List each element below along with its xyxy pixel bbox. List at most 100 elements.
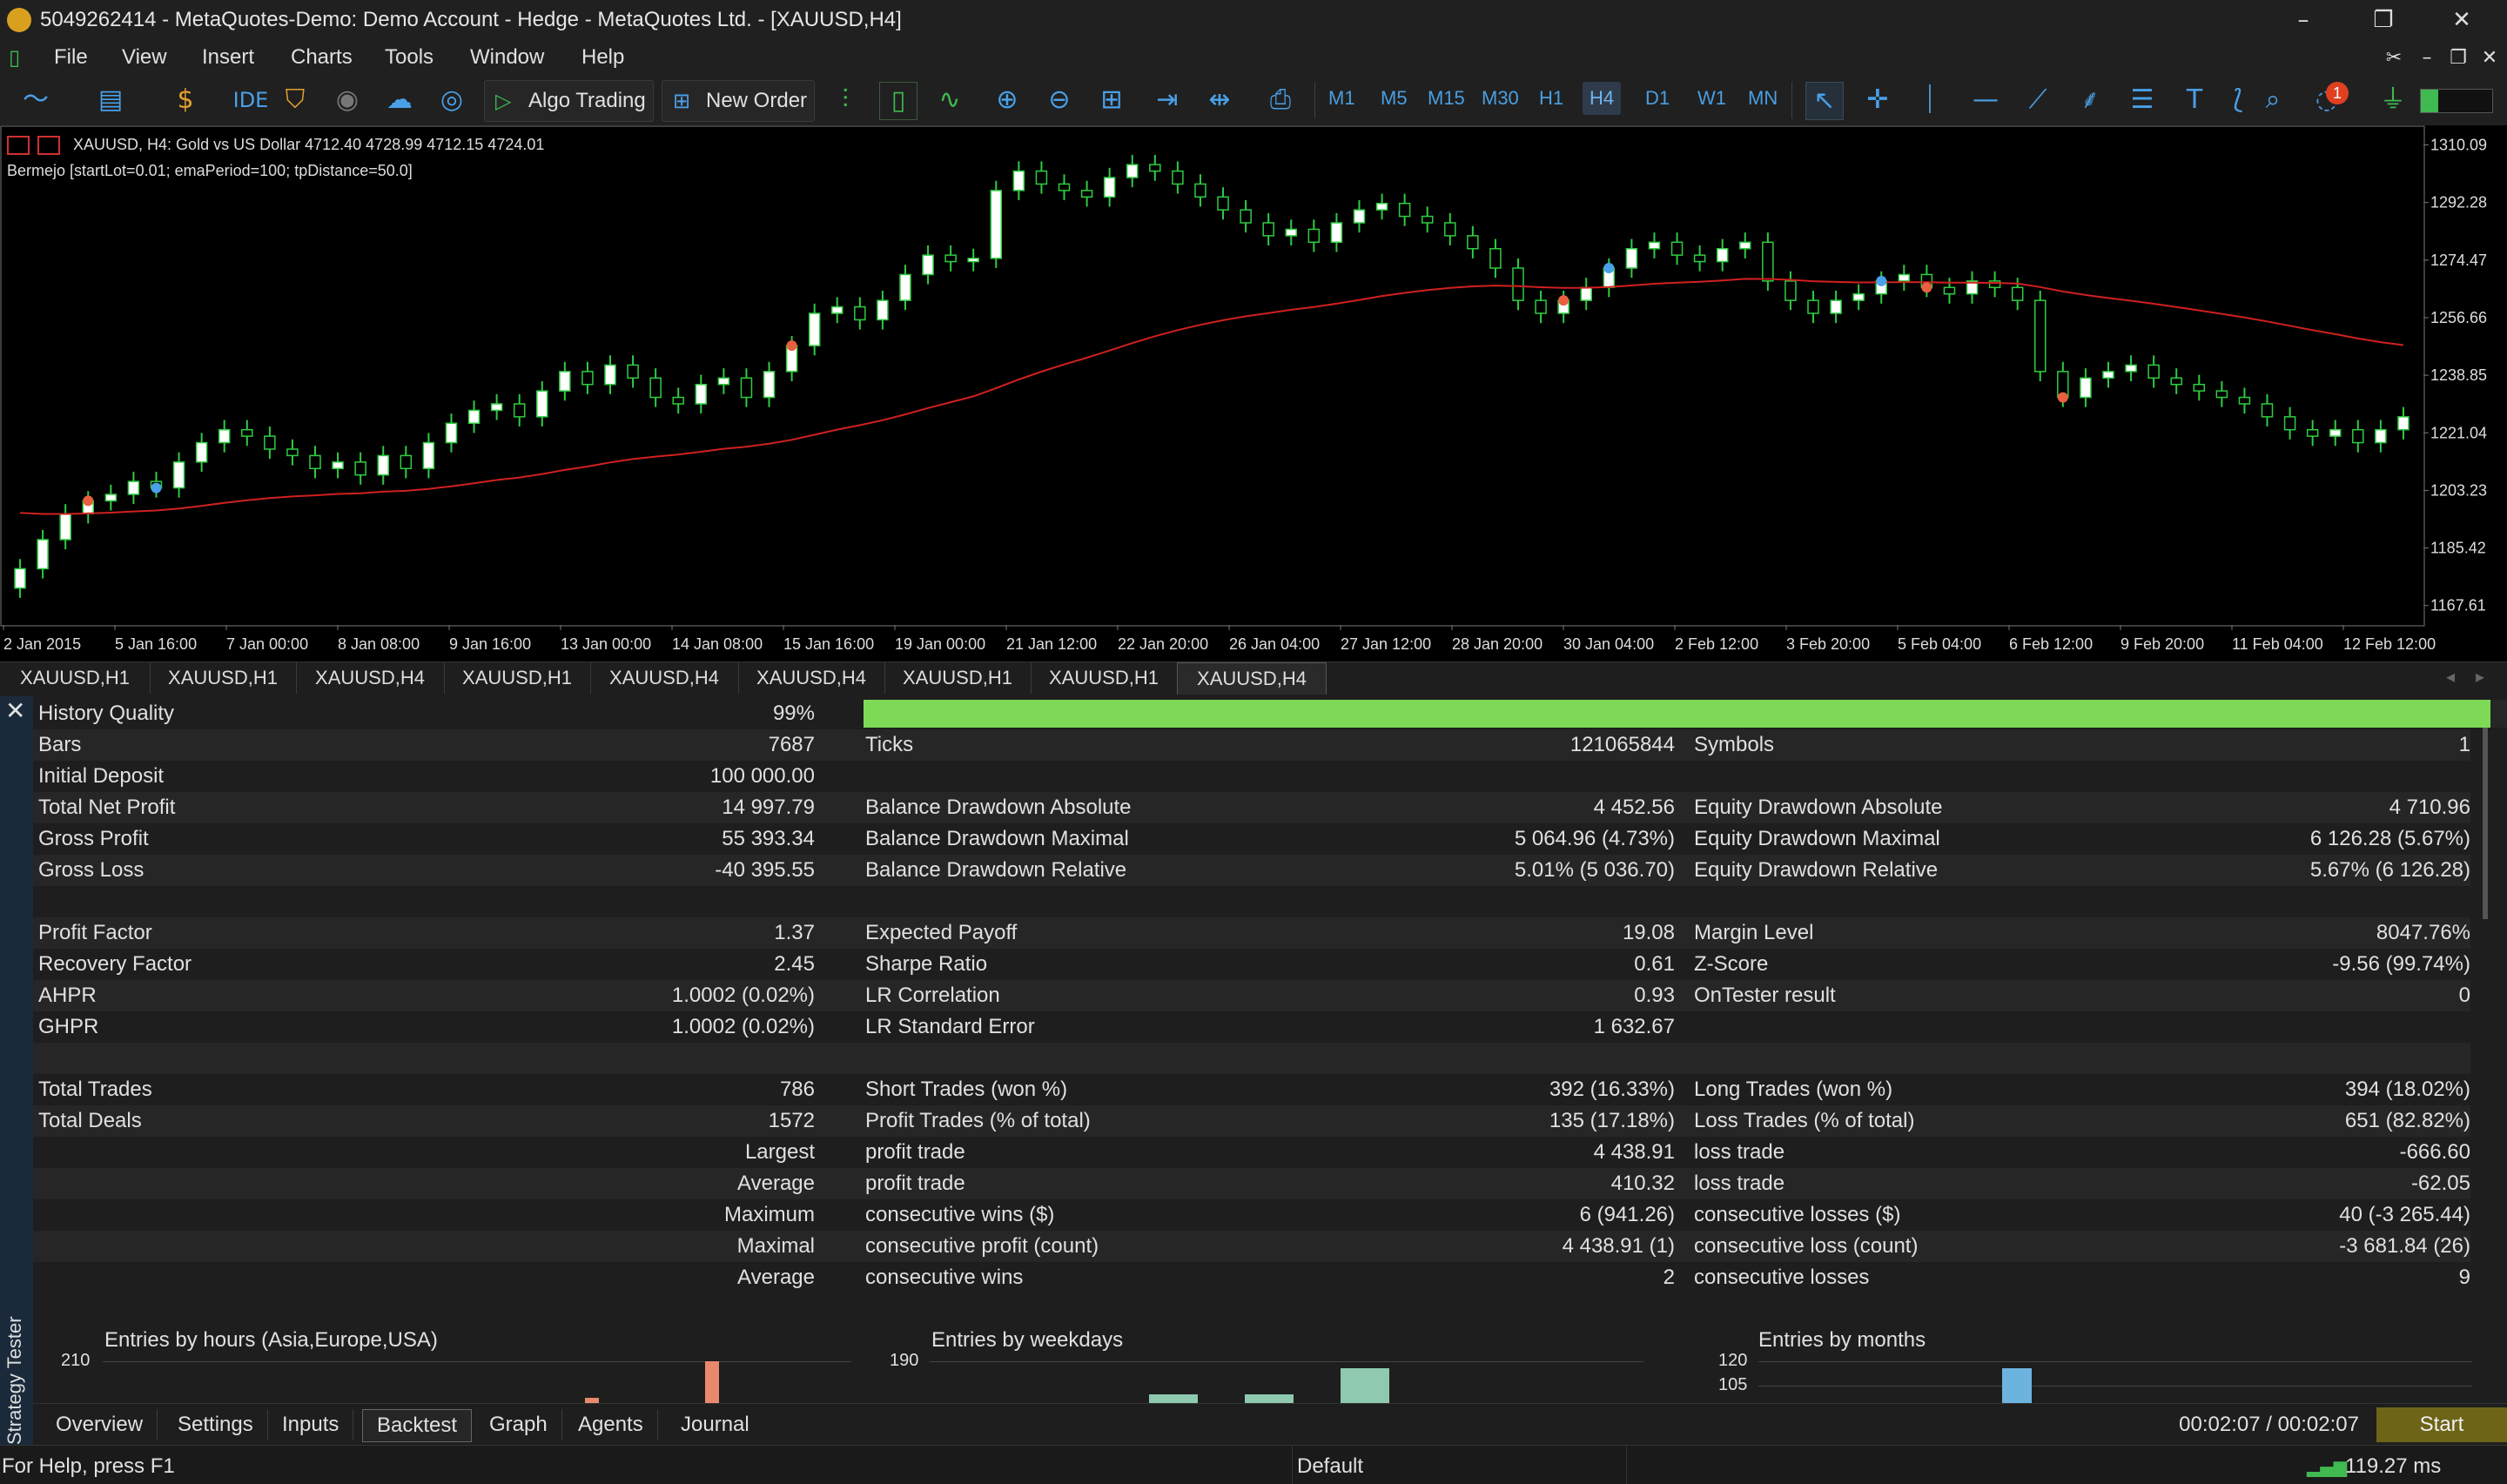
chart-tab[interactable]: XAUUSD,H4 xyxy=(296,662,445,694)
price-label: 1221.04 xyxy=(2430,424,2487,441)
months-chart-bar xyxy=(2002,1368,2032,1407)
timeframe-w1[interactable]: W1 xyxy=(1697,87,1726,110)
menu-help[interactable]: Help xyxy=(581,45,624,70)
shapes-icon[interactable]: ⟅ xyxy=(2220,82,2256,118)
timeframe-mn[interactable]: MN xyxy=(1748,87,1778,110)
search-icon[interactable]: ⌕ xyxy=(2255,82,2291,118)
report-scrollbar[interactable] xyxy=(2483,728,2488,919)
menu-tools[interactable]: Tools xyxy=(385,45,434,70)
tab-overview[interactable]: Overview xyxy=(42,1409,158,1440)
bar-chart-icon[interactable]: ⫶ xyxy=(827,82,864,118)
cursor-icon[interactable]: ↖ xyxy=(1805,82,1844,120)
menu-app-icon[interactable]: ▯ xyxy=(9,45,20,70)
price-label: 1185.42 xyxy=(2430,540,2486,557)
chart-tab[interactable]: XAUUSD,H1 xyxy=(884,662,1032,694)
cloud-icon[interactable]: ☁ xyxy=(381,82,418,118)
signals-icon[interactable]: ◉ xyxy=(329,82,366,118)
menu-view[interactable]: View xyxy=(122,45,167,70)
line-chart-icon[interactable]: ∿ xyxy=(931,82,968,118)
months-chart-tick: 120 xyxy=(1718,1351,1748,1370)
vps-icon[interactable]: ◎ xyxy=(434,82,470,118)
candle-body xyxy=(1375,202,1388,211)
profiles-icon[interactable]: ▤ xyxy=(92,82,129,118)
algo-trading-label: Algo Trading xyxy=(528,89,646,112)
chart-info-text: XAUUSD, H4: Gold vs US Dollar 4712.40 47… xyxy=(73,136,545,153)
chart-tab[interactable]: XAUUSD,H1 xyxy=(444,662,591,694)
close-button[interactable]: ✕ xyxy=(2444,5,2479,35)
stat-value: 55 393.34 xyxy=(722,827,815,850)
restore-button[interactable]: ❐ xyxy=(2366,5,2401,35)
timeframe-m15[interactable]: M15 xyxy=(1428,87,1465,110)
candle-body xyxy=(1852,292,1865,301)
tab-settings[interactable]: Settings xyxy=(164,1409,268,1440)
timeframe-m5[interactable]: M5 xyxy=(1381,87,1408,110)
close-tester-icon[interactable]: ✕ xyxy=(5,696,25,725)
tab-inputs[interactable]: Inputs xyxy=(268,1409,354,1440)
mdi-minimize-button[interactable]: – xyxy=(2410,44,2444,73)
new-order-button[interactable]: ⊞ New Order xyxy=(662,80,816,122)
horizontal-line-icon[interactable]: — xyxy=(1967,82,2004,118)
chart-canvas: 1310.09 1292.28 1274.47 1256.66 1238.85 1221.… xyxy=(0,125,2487,653)
chart-tab-active[interactable]: XAUUSD,H4 xyxy=(1177,662,1327,695)
menu-file[interactable]: File xyxy=(54,45,88,70)
trendline-icon[interactable]: ⟋ xyxy=(2020,82,2056,118)
tab-scroll-right-icon[interactable]: ▸ xyxy=(2476,666,2484,688)
scroll-end-icon[interactable]: ⇥ xyxy=(1149,82,1186,118)
zoom-out-icon[interactable]: ⊖ xyxy=(1041,82,1078,118)
time-label: 5 Feb 04:00 xyxy=(1898,635,1981,653)
mdi-restore-button[interactable]: ❐ xyxy=(2441,44,2476,73)
tab-scroll-left-icon[interactable]: ◂ xyxy=(2446,666,2455,688)
mdi-close-button[interactable]: ✕ xyxy=(2472,44,2507,73)
tab-backtest[interactable]: Backtest xyxy=(362,1409,473,1442)
zoom-in-icon[interactable]: ⊕ xyxy=(989,82,1025,118)
chart-trade-icon[interactable] xyxy=(37,136,61,156)
chart-shift-icon[interactable]: ⇹ xyxy=(1201,82,1238,118)
shop-icon[interactable]: ⛉ xyxy=(277,82,313,118)
menu-charts[interactable]: Charts xyxy=(291,45,353,70)
channels-icon[interactable]: ☰ xyxy=(2124,82,2161,118)
time-label: 27 Jan 12:00 xyxy=(1341,635,1431,653)
timeframe-h1[interactable]: H1 xyxy=(1539,87,1563,110)
text-tool-icon[interactable]: T xyxy=(2176,82,2213,118)
timeframe-m1[interactable]: M1 xyxy=(1328,87,1355,110)
account-status-indicator xyxy=(2420,89,2493,113)
objects-icon[interactable]: ⸙ xyxy=(2072,82,2108,118)
chart-menu-icon[interactable] xyxy=(7,136,30,156)
start-button[interactable]: Start xyxy=(2376,1407,2507,1442)
crosshair-icon[interactable]: ✛ xyxy=(1859,82,1896,118)
market-icon[interactable]: $ xyxy=(167,82,204,118)
ide-button[interactable]: IDE xyxy=(225,82,277,118)
chart-tab[interactable]: XAUUSD,H1 xyxy=(0,662,151,694)
chart-tab[interactable]: XAUUSD,H1 xyxy=(150,662,297,694)
stat-label: loss trade xyxy=(1694,1140,1785,1164)
account-signal-icon[interactable]: ⏚ xyxy=(2375,82,2411,118)
tile-windows-icon[interactable]: ⊞ xyxy=(1093,82,1130,118)
timeframe-m30[interactable]: M30 xyxy=(1482,87,1519,110)
price-chart[interactable]: 1310.09 1292.28 1274.47 1256.66 1238.85 1221.… xyxy=(0,125,2507,661)
chart-tab[interactable]: XAUUSD,H1 xyxy=(1031,662,1178,694)
stat-label: Bars xyxy=(38,733,82,756)
hours-chart-tick: 210 xyxy=(61,1351,91,1370)
menu-window[interactable]: Window xyxy=(470,45,544,70)
title-bar: 5049262414 - MetaQuotes-Demo: Demo Accou… xyxy=(0,0,2507,40)
mdi-tools-icon[interactable]: ✂ xyxy=(2376,44,2411,73)
timeframe-d1[interactable]: D1 xyxy=(1645,87,1670,110)
vertical-line-icon[interactable]: ⏐ xyxy=(1912,82,1948,118)
screenshot-icon[interactable]: ⎙ xyxy=(1262,82,1299,118)
tab-graph[interactable]: Graph xyxy=(475,1409,562,1440)
candle-body xyxy=(1807,299,1819,314)
menu-insert[interactable]: Insert xyxy=(202,45,254,70)
candle-body xyxy=(695,383,708,405)
stat-value: -3 681.84 (26) xyxy=(2339,1234,2470,1258)
chart-tab[interactable]: XAUUSD,H4 xyxy=(738,662,885,694)
chart-tab[interactable]: XAUUSD,H4 xyxy=(590,662,739,694)
tab-agents[interactable]: Agents xyxy=(564,1409,658,1440)
algo-trading-button[interactable]: ▷ Algo Trading xyxy=(484,80,654,122)
status-profile[interactable]: Default xyxy=(1297,1454,1363,1479)
new-chart-icon[interactable]: 〜 xyxy=(17,82,54,118)
timeframe-h4[interactable]: H4 xyxy=(1583,82,1622,115)
candlestick-icon[interactable]: ▯ xyxy=(879,82,917,120)
minimize-button[interactable]: – xyxy=(2286,5,2321,35)
stat-value: 1 xyxy=(2458,733,2470,756)
tab-journal[interactable]: Journal xyxy=(667,1409,763,1440)
